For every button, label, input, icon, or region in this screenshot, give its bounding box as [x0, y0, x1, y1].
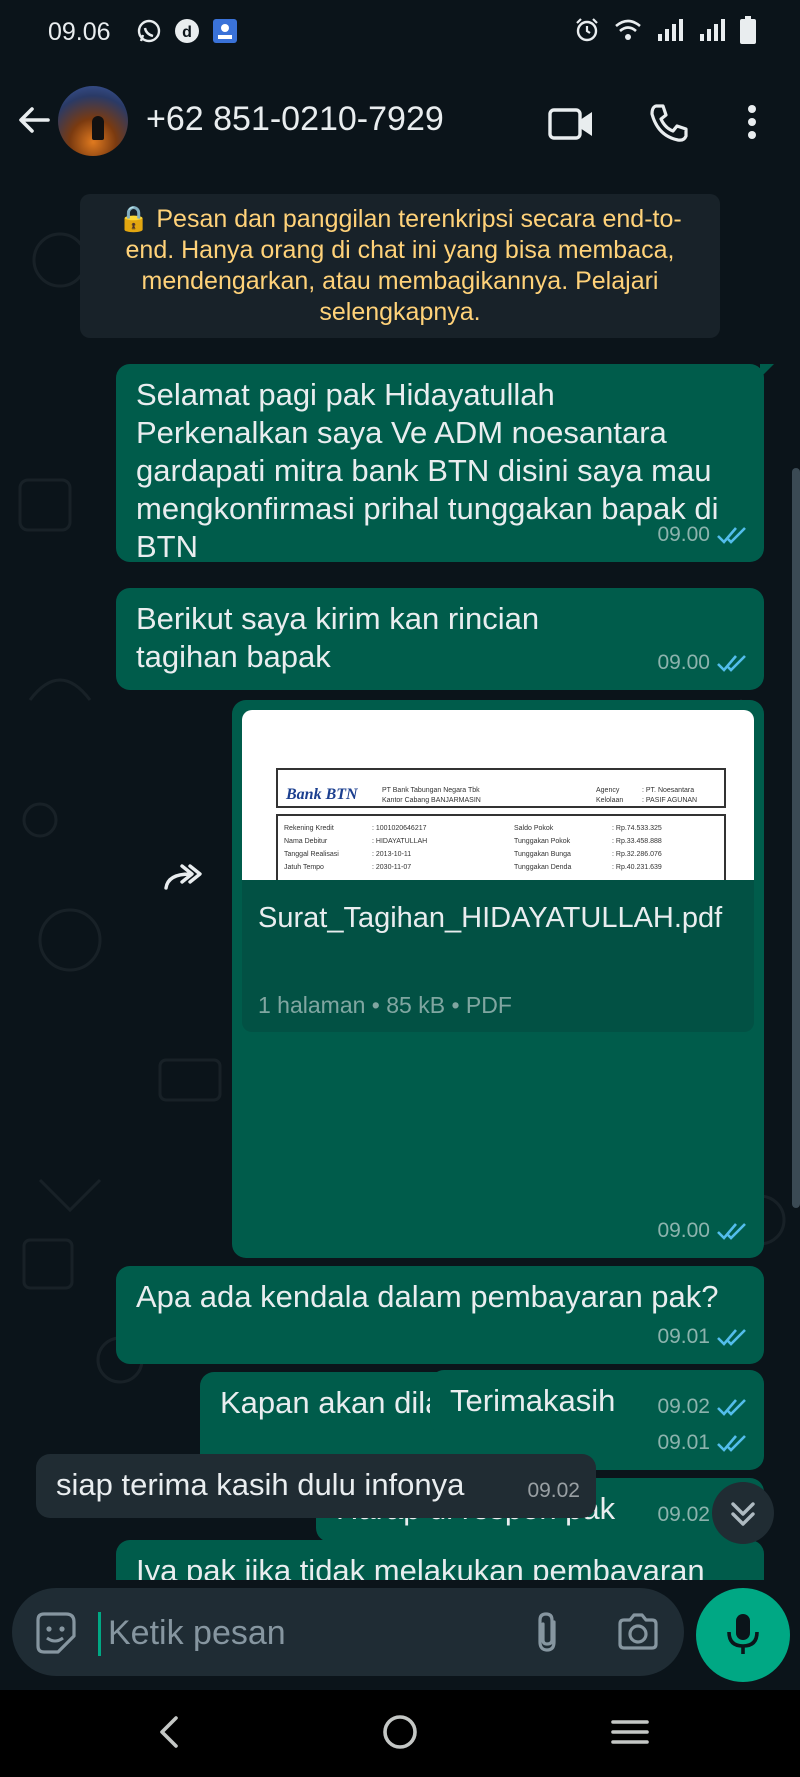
message-bubble[interactable]: Selamat pagi pak Hidayatullah Perkenalka…: [116, 364, 774, 564]
message-meta: 09.02: [527, 1472, 580, 1510]
message-time: 09.02: [657, 1395, 710, 1418]
double-tick-icon: [717, 655, 746, 672]
mic-icon: [727, 1614, 759, 1654]
nav-back-icon[interactable]: [154, 1712, 184, 1752]
message-bubble[interactable]: Iya pak jika tidak melakukan pembayaran: [116, 1540, 764, 1580]
app-notification-icon: [213, 19, 237, 43]
message-time: 09.00: [657, 651, 710, 674]
double-tick-icon: [717, 1329, 746, 1346]
document-meta: 1 halaman • 85 kB • PDF: [258, 992, 512, 1018]
scroll-down-icon: [731, 1502, 755, 1526]
scrollbar[interactable]: [792, 468, 800, 1208]
bank-logo: Bank BTN: [286, 786, 358, 803]
signal-icon-2: [700, 19, 725, 41]
message-text: Berikut saya kirim kan rincian tagihan b…: [136, 601, 540, 674]
document-preview[interactable]: Bank BTN PT Bank Tabungan Negara Tbk Kan…: [242, 710, 754, 880]
sticker-icon[interactable]: [32, 1610, 78, 1656]
preview-header-box: Bank BTN PT Bank Tabungan Negara Tbk Kan…: [276, 768, 726, 808]
double-tick-icon: [717, 1399, 746, 1416]
message-time: 09.02: [527, 1479, 580, 1502]
input-bar: Ketik pesan: [0, 1580, 800, 1690]
nav-home-icon[interactable]: [380, 1712, 420, 1752]
message-time: 09.00: [657, 1219, 710, 1242]
message-time: 09.00: [657, 523, 710, 546]
status-bar: 09.06 d: [0, 0, 800, 64]
message-meta: 09.00: [657, 644, 748, 682]
document-filename: Surat_Tagihan_HIDAYATULLAH.pdf: [258, 902, 723, 934]
message-bubble[interactable]: Berikut saya kirim kan rincian tagihan b…: [116, 588, 764, 690]
text-caret: [98, 1612, 101, 1656]
document-info[interactable]: Surat_Tagihan_HIDAYATULLAH.pdf 1 halaman…: [242, 880, 754, 1032]
preview-detail-box: Rekening Kredit Nama Debitur Tanggal Rea…: [276, 814, 726, 880]
message-meta: 09.01: [657, 1318, 748, 1356]
message-time: 09.01: [657, 1325, 710, 1348]
system-nav-bar: [0, 1690, 800, 1777]
camera-icon[interactable]: [616, 1612, 660, 1652]
message-bubble[interactable]: Terimakasih 09.02: [430, 1370, 764, 1434]
chat-header: +62 851-0210-7929: [0, 64, 800, 180]
battery-icon: [740, 16, 756, 44]
document-message[interactable]: Bank BTN PT Bank Tabungan Negara Tbk Kan…: [232, 700, 764, 1258]
mic-button[interactable]: [696, 1588, 790, 1682]
notification-icons: d: [136, 18, 238, 44]
wifi-icon: [615, 19, 641, 40]
attach-icon[interactable]: [532, 1610, 562, 1656]
forward-icon[interactable]: [158, 852, 208, 902]
svg-text:d: d: [182, 24, 192, 41]
whatsapp-icon: [137, 19, 161, 43]
phone-icon[interactable]: [648, 102, 690, 144]
avatar[interactable]: [58, 86, 128, 156]
more-vert-icon[interactable]: [746, 104, 758, 140]
dana-icon: d: [175, 19, 199, 43]
message-text: Selamat pagi pak Hidayatullah Perkenalka…: [136, 377, 719, 564]
input-placeholder: Ketik pesan: [108, 1614, 286, 1652]
nav-recents-icon[interactable]: [610, 1712, 650, 1752]
message-time: 09.02: [657, 1503, 710, 1526]
message-text: Iya pak jika tidak melakukan pembayaran: [136, 1553, 705, 1580]
double-tick-icon: [717, 527, 746, 544]
system-icons: [574, 16, 756, 44]
message-meta: 09.00: [657, 516, 748, 554]
scroll-down-button[interactable]: [712, 1482, 774, 1544]
message-bubble[interactable]: Apa ada kendala dalam pembayaran pak? 09…: [116, 1266, 764, 1364]
video-call-icon[interactable]: [548, 106, 594, 142]
encryption-notice[interactable]: 🔒 Pesan dan panggilan terenkripsi secara…: [80, 194, 720, 338]
message-meta: 09.00: [657, 1212, 748, 1250]
status-time: 09.06: [48, 18, 111, 46]
message-bubble-partial-clip: Iya pak jika tidak melakukan pembayaran: [116, 1540, 764, 1580]
message-bubble-incoming[interactable]: siap terima kasih dulu infonya 09.02: [36, 1454, 596, 1518]
double-tick-icon: [717, 1223, 746, 1240]
message-input[interactable]: Ketik pesan: [12, 1588, 684, 1676]
double-tick-icon: [717, 1435, 746, 1452]
back-arrow-icon[interactable]: [14, 100, 54, 140]
message-text: siap terima kasih dulu infonya: [56, 1467, 465, 1502]
alarm-icon: [576, 18, 598, 42]
message-text: Apa ada kendala dalam pembayaran pak?: [136, 1279, 719, 1314]
message-meta: 09.02: [657, 1388, 748, 1426]
signal-icon: [658, 19, 683, 41]
contact-name[interactable]: +62 851-0210-7929: [146, 100, 444, 139]
